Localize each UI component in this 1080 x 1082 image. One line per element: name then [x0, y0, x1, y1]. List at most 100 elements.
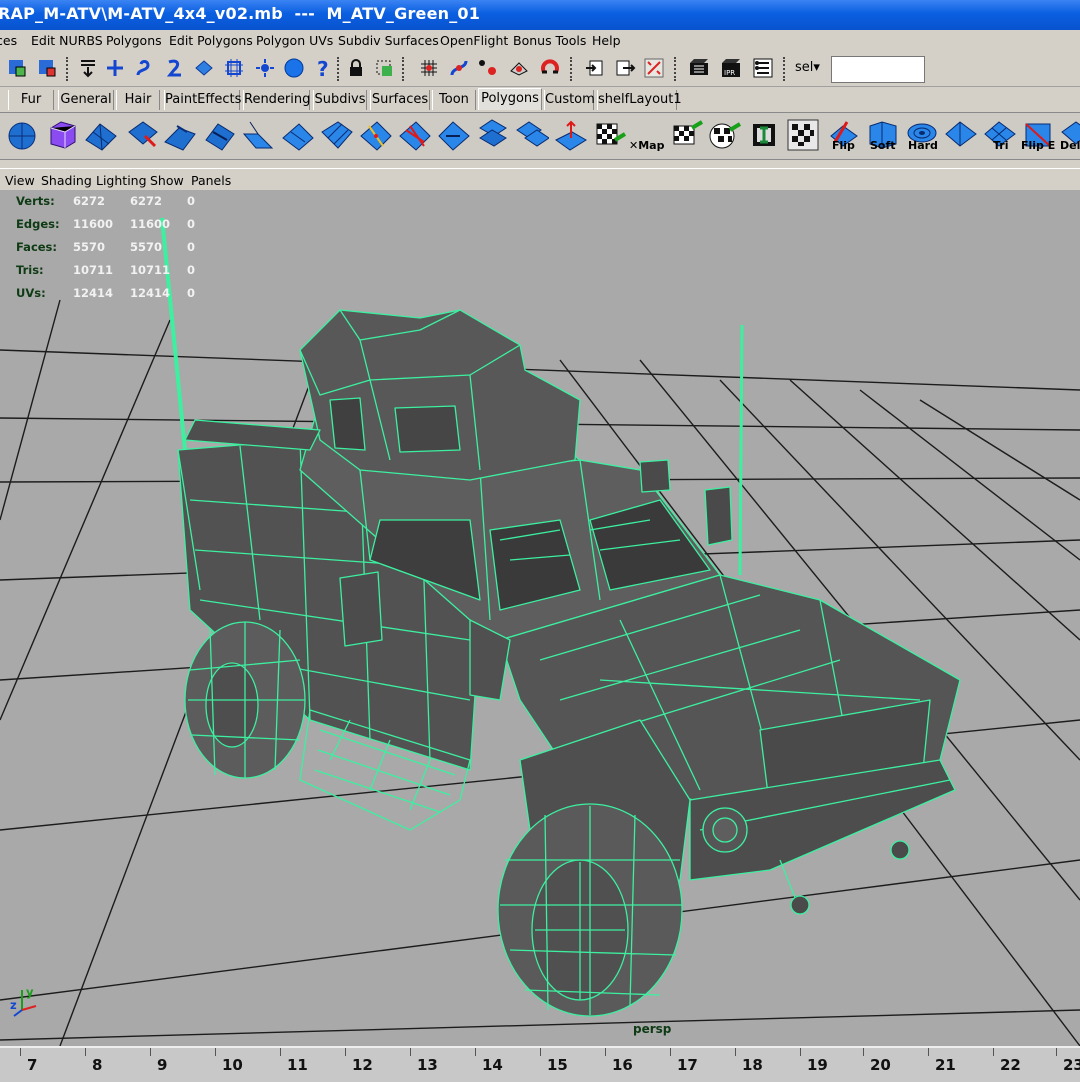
- snap-grid-icon[interactable]: [418, 57, 440, 79]
- shelf-tab-general[interactable]: General: [58, 90, 114, 110]
- split-polygon-icon[interactable]: [320, 118, 354, 152]
- frame-tick-mark: [863, 1048, 864, 1056]
- duplicate-face-icon[interactable]: [476, 118, 510, 152]
- extrude-face-icon[interactable]: [125, 118, 159, 152]
- render-view-icon[interactable]: [688, 57, 710, 79]
- shelf-tab-toon[interactable]: Toon: [432, 90, 476, 110]
- select-vertex-icon[interactable]: [104, 57, 126, 79]
- soft-label: Soft: [870, 139, 896, 152]
- frame-tick-mark: [928, 1048, 929, 1056]
- shelf-tab-painteffects[interactable]: PaintEffects: [164, 90, 241, 110]
- frame-tick-mark: [20, 1048, 21, 1056]
- automatic-map-icon[interactable]: [747, 118, 781, 152]
- frame-tick-mark: [85, 1048, 86, 1056]
- menu-polygon-uvs[interactable]: Polygon UVs: [256, 33, 333, 48]
- hud-faces-zero: 0: [187, 240, 196, 254]
- ipr-render-icon[interactable]: IPR: [720, 57, 742, 79]
- hud-edges-label: Edges:: [16, 217, 60, 231]
- snap-curve-icon[interactable]: [448, 57, 470, 79]
- split-edge-ring-icon[interactable]: [398, 118, 432, 152]
- selection-input[interactable]: [831, 56, 925, 83]
- extrude-edge-icon[interactable]: [163, 118, 197, 152]
- menu-edit-polygons[interactable]: Edit Polygons: [169, 33, 253, 48]
- hud-edges-value: 11600: [73, 217, 114, 231]
- menu-help[interactable]: Help: [592, 33, 621, 48]
- select-by-hierarchy-icon[interactable]: [6, 57, 28, 79]
- time-slider[interactable]: 7 8 9 10 11 12 13 14 15 16 17 18 19 20 2…: [0, 1046, 1080, 1082]
- frame-tick: 11: [287, 1056, 308, 1074]
- menu-edit-nurbs[interactable]: Edit NURBS: [31, 33, 103, 48]
- construction-history-icon[interactable]: [643, 57, 665, 79]
- cut-faces-icon[interactable]: [359, 118, 393, 152]
- help-icon[interactable]: ?: [312, 57, 334, 79]
- shelf-tab-hair[interactable]: Hair: [116, 90, 160, 110]
- viewport-scene[interactable]: [0, 190, 1080, 1046]
- delete-label: Del: [1060, 139, 1080, 152]
- shelf-tab-subdivs[interactable]: Subdivs: [313, 90, 367, 110]
- frame-tick: 17: [677, 1056, 698, 1074]
- panel-menu-show[interactable]: Show: [150, 173, 184, 188]
- hud-tris-label: Tris:: [16, 263, 44, 277]
- spherical-map-icon[interactable]: [708, 118, 742, 152]
- menu-bonus-tools[interactable]: Bonus Tools: [513, 33, 586, 48]
- viewport-persp[interactable]: Verts: 6272 6272 0 Edges: 11600 11600 0 …: [0, 190, 1080, 1046]
- selection-mode-dropdown[interactable]: sel▾: [795, 60, 820, 75]
- panel-menu-lighting[interactable]: Lighting: [96, 173, 147, 188]
- bevel-icon[interactable]: [203, 118, 237, 152]
- poly-cube-icon[interactable]: [45, 118, 79, 152]
- shelf-tab-shelflayout1[interactable]: shelfLayout1: [597, 90, 682, 110]
- camera-name-label: persp: [633, 1022, 672, 1036]
- select-hull-icon[interactable]: [223, 57, 245, 79]
- triangulate-icon[interactable]: [944, 118, 978, 152]
- poly-sphere-icon[interactable]: [2, 118, 36, 152]
- combine-icon[interactable]: [515, 118, 549, 152]
- render-settings-icon[interactable]: [752, 57, 774, 79]
- frame-tick-mark: [605, 1048, 606, 1056]
- panel-menu-view[interactable]: View: [5, 173, 35, 188]
- panel-menu-shading[interactable]: Shading: [41, 173, 92, 188]
- snap-view-plane-icon[interactable]: [508, 57, 530, 79]
- planar-map-icon[interactable]: [593, 118, 627, 152]
- select-pivot-icon[interactable]: [254, 57, 276, 79]
- select-edge-icon[interactable]: [164, 57, 186, 79]
- cylindrical-map-icon[interactable]: [670, 118, 704, 152]
- menu-openflight[interactable]: OpenFlight: [440, 33, 508, 48]
- frame-tick-mark: [475, 1048, 476, 1056]
- menu-deformations[interactable]: ces: [0, 33, 17, 48]
- shelf-tab-custom[interactable]: Custom: [544, 90, 595, 110]
- hud-faces-value: 5570: [73, 240, 106, 254]
- tri-label: Tri: [993, 139, 1009, 152]
- frame-tick: 7: [27, 1056, 38, 1074]
- hud-edges-zero: 0: [187, 217, 196, 231]
- hud-tris-zero: 0: [187, 263, 196, 277]
- snap-point-icon[interactable]: [476, 57, 498, 79]
- select-face-icon[interactable]: [193, 57, 215, 79]
- make-live-icon[interactable]: [539, 57, 561, 79]
- bridge-icon[interactable]: [242, 118, 276, 152]
- lock-icon[interactable]: [345, 57, 367, 79]
- move-component-icon[interactable]: [554, 118, 588, 152]
- select-by-object-icon[interactable]: [36, 57, 58, 79]
- shelf-tab-rendering[interactable]: Rendering: [243, 90, 310, 110]
- shelf-tab-fur[interactable]: Fur: [8, 90, 54, 110]
- menu-subdiv-surfaces[interactable]: Subdiv Surfaces: [338, 33, 439, 48]
- frame-tick: 16: [612, 1056, 633, 1074]
- texture-editor-icon[interactable]: [786, 118, 820, 152]
- select-curve-icon[interactable]: [132, 57, 154, 79]
- highlight-selection-icon[interactable]: [373, 57, 395, 79]
- panel-menu-panels[interactable]: Panels: [191, 173, 231, 188]
- component-mode-icon[interactable]: [77, 57, 99, 79]
- output-ops-icon[interactable]: [614, 57, 636, 79]
- merge-vertices-icon[interactable]: [437, 118, 471, 152]
- append-polygon-icon[interactable]: [281, 118, 315, 152]
- shelf-tab-surfaces[interactable]: Surfaces: [370, 90, 430, 110]
- menu-polygons[interactable]: Polygons: [106, 33, 162, 48]
- poly-plane-icon[interactable]: [84, 118, 118, 152]
- hud-uvs-zero: 0: [187, 286, 196, 300]
- hud-tris-selected: 10711: [130, 263, 171, 277]
- select-misc-icon[interactable]: [283, 57, 305, 79]
- input-ops-icon[interactable]: [584, 57, 606, 79]
- shelf-tab-polygons[interactable]: Polygons: [478, 88, 542, 110]
- toolbar-separator: [783, 57, 788, 81]
- frame-tick: 8: [92, 1056, 103, 1074]
